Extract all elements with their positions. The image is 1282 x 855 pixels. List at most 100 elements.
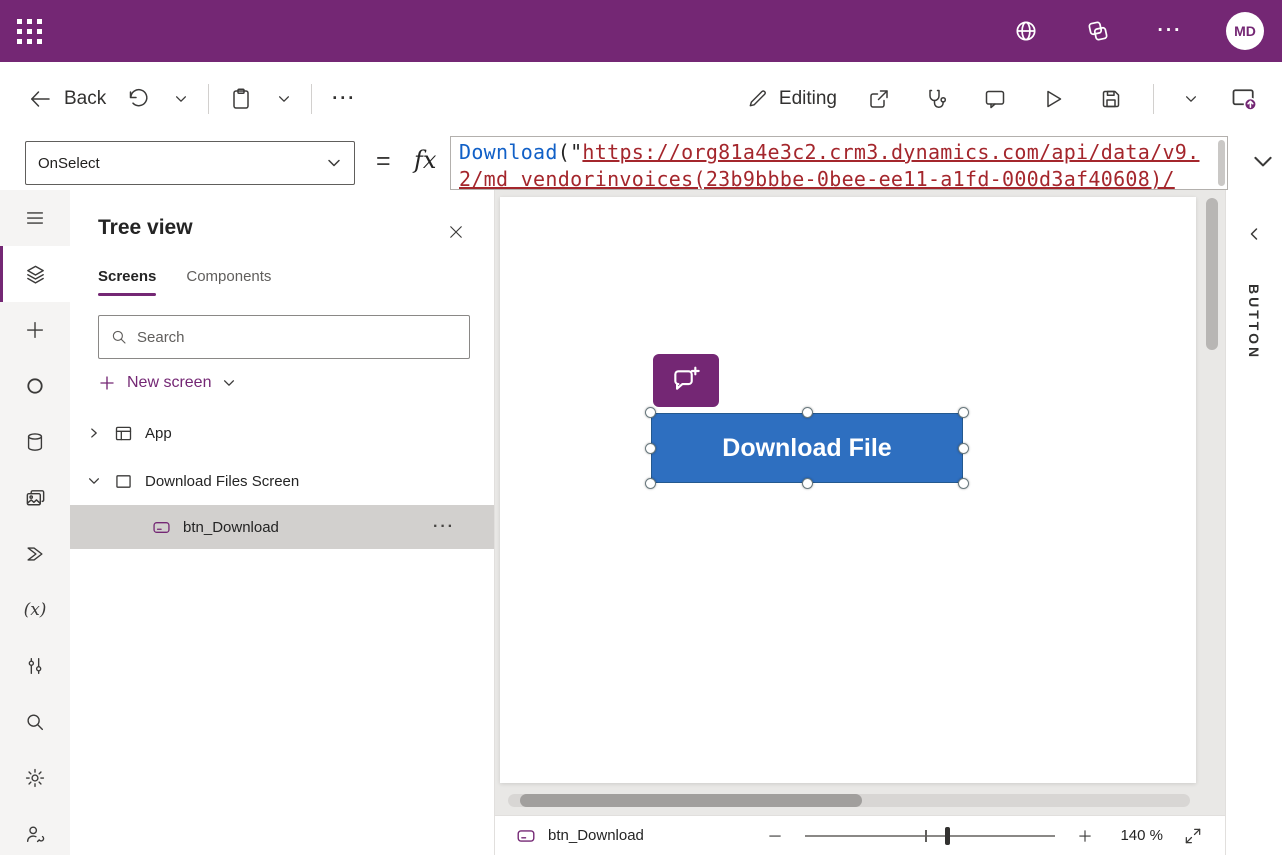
user-wrench-icon xyxy=(24,823,46,845)
rail-advanced-tools-button[interactable] xyxy=(0,638,70,694)
resize-handle-top-left[interactable] xyxy=(645,407,656,418)
property-selector[interactable]: OnSelect xyxy=(25,141,355,185)
canvas-area: Download File xyxy=(495,190,1225,815)
canvas-vertical-scrollbar[interactable] xyxy=(1206,198,1218,350)
top-more-button[interactable]: ··· xyxy=(1154,15,1186,47)
publish-button[interactable] xyxy=(1228,83,1260,115)
resize-handle-bottom-middle[interactable] xyxy=(802,478,813,489)
resize-handle-bottom-right[interactable] xyxy=(958,478,969,489)
globe-icon xyxy=(1013,18,1039,44)
paste-menu-button[interactable] xyxy=(273,83,295,115)
undo-icon xyxy=(126,87,150,111)
chevron-down-icon[interactable] xyxy=(87,474,102,488)
tree-row-app[interactable]: App xyxy=(70,409,494,457)
resize-handle-middle-right[interactable] xyxy=(958,443,969,454)
left-rail: (x) xyxy=(0,190,70,855)
powerapps-studio: ··· MD Back xyxy=(0,0,1282,855)
plus-icon xyxy=(1076,827,1094,845)
new-screen-label: New screen xyxy=(127,374,211,392)
plus-icon xyxy=(24,319,46,341)
zoom-controls: 140 % xyxy=(761,822,1225,850)
zoom-out-button[interactable] xyxy=(761,822,789,850)
toolbar-divider xyxy=(1153,84,1154,114)
expand-properties-button[interactable] xyxy=(1246,226,1262,242)
tree-row-btn-download[interactable]: btn_Download ··· xyxy=(70,505,494,549)
app-checker-button[interactable] xyxy=(921,83,953,115)
panel-close-button[interactable] xyxy=(444,220,468,244)
rail-variables-button[interactable]: (x) xyxy=(0,582,70,638)
chevron-down-icon xyxy=(222,376,236,390)
resize-handle-top-right[interactable] xyxy=(958,407,969,418)
chevron-down-icon xyxy=(326,155,342,171)
resize-handle-middle-left[interactable] xyxy=(645,443,656,454)
sliders-icon xyxy=(24,655,46,677)
chevron-left-icon xyxy=(1246,226,1262,242)
app-launcher-button[interactable] xyxy=(0,0,58,62)
fit-to-window-button[interactable] xyxy=(1179,822,1207,850)
top-app-bar: ··· MD xyxy=(0,0,1282,62)
tab-components[interactable]: Components xyxy=(186,268,271,296)
button-control-icon xyxy=(151,517,172,538)
commandbar-more-button[interactable]: ··· xyxy=(328,88,360,109)
save-button[interactable] xyxy=(1095,83,1127,115)
dataverse-ring-icon xyxy=(24,375,46,397)
comment-pin-button[interactable] xyxy=(653,354,719,407)
zoom-slider-handle[interactable] xyxy=(945,827,950,845)
rail-data-button[interactable] xyxy=(0,358,70,414)
tab-screens[interactable]: Screens xyxy=(98,268,156,296)
rail-user-tools-button[interactable] xyxy=(0,806,70,855)
new-screen-button[interactable]: New screen xyxy=(98,374,236,392)
resize-handle-bottom-left[interactable] xyxy=(645,478,656,489)
zoom-slider-tick xyxy=(925,830,927,842)
search-input[interactable] xyxy=(137,329,458,346)
editing-mode-button[interactable]: Editing xyxy=(746,87,837,110)
selected-control: Download File xyxy=(651,413,963,483)
save-menu-button[interactable] xyxy=(1180,83,1202,115)
zoom-in-button[interactable] xyxy=(1071,822,1099,850)
paste-button[interactable] xyxy=(225,83,257,115)
chevron-down-icon xyxy=(1252,151,1274,173)
top-bar-actions: ··· MD xyxy=(1010,12,1282,50)
artboard[interactable] xyxy=(500,197,1196,783)
canvas-horizontal-scrollbar[interactable] xyxy=(508,794,1190,807)
minus-icon xyxy=(766,827,784,845)
download-file-button[interactable]: Download File xyxy=(651,413,963,483)
tree-view-panel: Tree view Screens Components New screen xyxy=(70,190,495,855)
rail-menu-button[interactable] xyxy=(0,190,70,246)
chevron-down-icon xyxy=(174,92,188,106)
avatar[interactable]: MD xyxy=(1226,12,1264,50)
rail-settings-button[interactable] xyxy=(0,750,70,806)
resize-handle-top-middle[interactable] xyxy=(802,407,813,418)
formula-expand-button[interactable] xyxy=(1252,151,1274,173)
variables-icon: (x) xyxy=(24,600,47,620)
row-more-button[interactable]: ··· xyxy=(433,518,455,536)
undo-menu-button[interactable] xyxy=(170,83,192,115)
copilot-button[interactable] xyxy=(1082,15,1114,47)
formula-input[interactable]: Download("https://org81a4e3c2.crm3.dynam… xyxy=(450,136,1228,190)
formula-line-2: 2/md_vendorinvoices(23b9bbbe-0bee-ee11-a… xyxy=(459,166,1219,190)
toolbar-divider xyxy=(311,84,312,114)
panel-title: Tree view xyxy=(98,216,193,240)
rail-insert-button[interactable] xyxy=(0,302,70,358)
selected-control-indicator[interactable]: btn_Download xyxy=(495,825,644,847)
zoom-slider-track[interactable] xyxy=(805,835,1055,837)
comments-button[interactable] xyxy=(979,83,1011,115)
rail-media-button[interactable] xyxy=(0,470,70,526)
back-button[interactable]: Back xyxy=(28,87,106,111)
environment-button[interactable] xyxy=(1010,15,1042,47)
chevron-right-icon[interactable] xyxy=(87,426,102,440)
media-icon xyxy=(24,487,47,510)
preview-button[interactable] xyxy=(1037,83,1069,115)
undo-button[interactable] xyxy=(122,83,154,115)
share-button[interactable] xyxy=(863,83,895,115)
horizontal-scrollbar-thumb[interactable] xyxy=(520,794,862,807)
tree-row-download-files-screen[interactable]: Download Files Screen xyxy=(70,457,494,505)
rail-power-automate-button[interactable] xyxy=(0,526,70,582)
tree-row-label: Download Files Screen xyxy=(145,473,299,490)
formula-scrollbar[interactable] xyxy=(1218,140,1225,186)
rail-search-button[interactable] xyxy=(0,694,70,750)
publish-icon xyxy=(1230,85,1258,113)
zoom-slider[interactable] xyxy=(805,826,1055,846)
rail-database-button[interactable] xyxy=(0,414,70,470)
rail-tree-view-button[interactable] xyxy=(0,246,70,302)
